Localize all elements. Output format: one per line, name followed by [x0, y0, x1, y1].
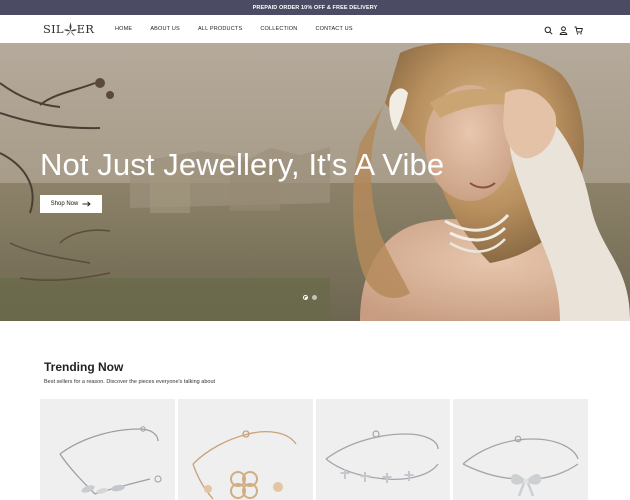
- announcement-text: PREPAID ORDER 10% OFF & FREE DELIVERY: [252, 4, 378, 11]
- hero-banner: Not Just Jewellery, It's A Vibe Shop Now: [0, 43, 630, 321]
- logo-text-right: ER: [76, 22, 95, 36]
- nav-collection[interactable]: COLLECTION: [260, 26, 297, 32]
- arrow-right-icon: [82, 201, 92, 207]
- brand-logo[interactable]: SIL ER: [43, 20, 94, 38]
- product-card[interactable]: [453, 399, 588, 500]
- slider-dot-1[interactable]: [303, 295, 308, 300]
- lotus-icon: [63, 22, 77, 36]
- main-nav: HOME ABOUT US ALL PRODUCTS COLLECTION CO…: [115, 15, 371, 43]
- bracelet-image: [192, 430, 297, 500]
- user-icon[interactable]: [559, 22, 568, 35]
- product-card[interactable]: [315, 399, 451, 500]
- product-card[interactable]: [177, 399, 313, 500]
- slider-dot-2[interactable]: [312, 295, 317, 300]
- bracelet-image: [325, 430, 439, 483]
- logo-text-left: SIL: [43, 22, 64, 36]
- bracelet-image: [462, 435, 579, 497]
- nav-all-products[interactable]: ALL PRODUCTS: [198, 26, 242, 32]
- shop-now-label: Shop Now: [50, 201, 79, 207]
- slider-dots: [303, 295, 317, 300]
- search-icon[interactable]: [544, 22, 553, 35]
- nav-about-us[interactable]: ABOUT US: [150, 26, 180, 32]
- announcement-bar: PREPAID ORDER 10% OFF & FREE DELIVERY: [0, 0, 630, 15]
- product-card[interactable]: [40, 399, 175, 500]
- shop-now-button[interactable]: Shop Now: [40, 195, 102, 213]
- product-grid: [40, 399, 588, 500]
- bracelet-image: [59, 426, 162, 495]
- site-header: SIL ER HOME ABOUT US ALL PRODUCTS COLLEC…: [0, 15, 630, 54]
- header-icons: 0: [544, 22, 587, 54]
- trending-title: Trending Now: [44, 360, 124, 374]
- nav-home[interactable]: HOME: [115, 26, 132, 32]
- hero-title: Not Just Jewellery, It's A Vibe: [40, 147, 445, 182]
- trending-subtitle: Best sellers for a reason. Discover the …: [44, 379, 216, 385]
- cart-icon[interactable]: 0: [574, 22, 587, 54]
- nav-contact-us[interactable]: CONTACT US: [315, 26, 352, 32]
